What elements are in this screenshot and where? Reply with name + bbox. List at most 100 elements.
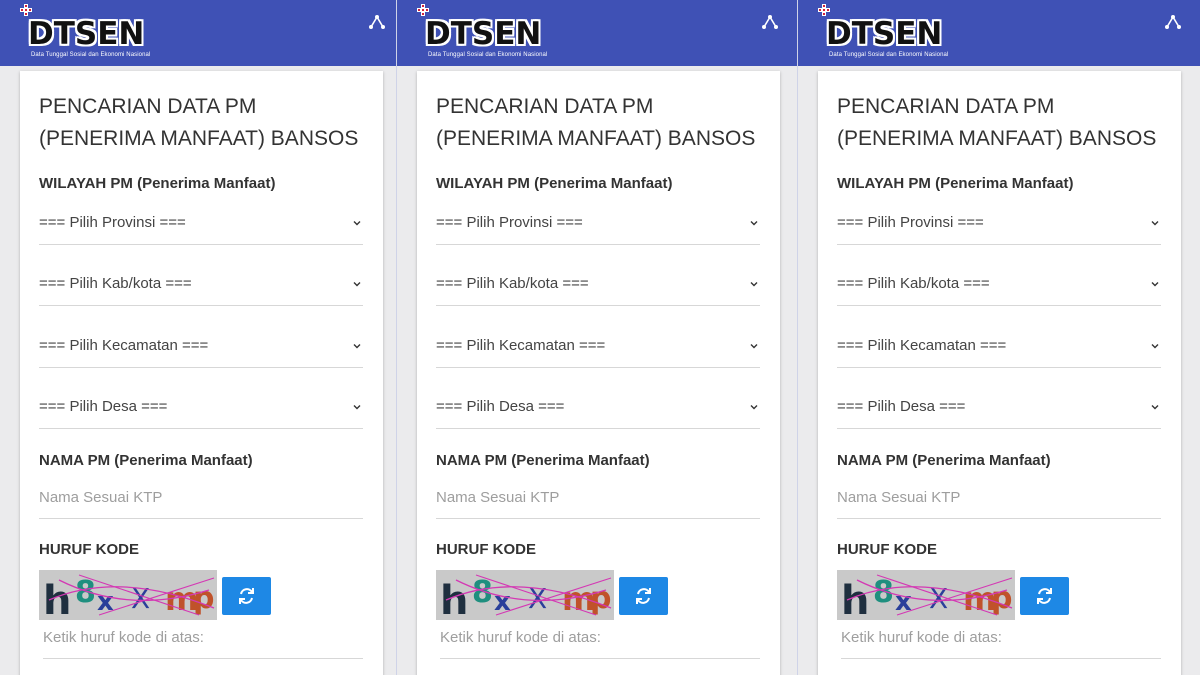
provinsi-select[interactable]: === Pilih Provinsi === (837, 205, 1161, 245)
kecamatan-select[interactable]: === Pilih Kecamatan === (436, 328, 760, 368)
kabkota-value: === Pilih Kab/kota === (837, 275, 990, 292)
kabkota-select[interactable]: === Pilih Kab/kota === (436, 266, 760, 306)
logo-text: DTSEN (826, 16, 943, 52)
search-form-card: PENCARIAN DATA PM (PENERIMA MANFAAT) BAN… (818, 71, 1181, 675)
dtsen-logo: DTSEN Data Tunggal Sosial dan Ekonomi Na… (417, 4, 557, 62)
share-icon[interactable] (1162, 12, 1184, 34)
kecamatan-select[interactable]: === Pilih Kecamatan === (837, 328, 1161, 368)
nama-placeholder: Nama Sesuai KTP (39, 489, 163, 506)
wilayah-label: WILAYAH PM (Penerima Manfaat) (436, 175, 673, 192)
svg-text:p: p (991, 581, 1012, 616)
nama-label: NAMA PM (Penerima Manfaat) (39, 452, 253, 469)
search-form-card: PENCARIAN DATA PM (PENERIMA MANFAAT) BAN… (20, 71, 383, 675)
kode-placeholder: Ketik huruf kode di atas: (43, 629, 204, 646)
provinsi-value: === Pilih Provinsi === (436, 214, 583, 231)
chevron-down-icon (353, 405, 361, 410)
dtsen-logo: DTSEN Data Tunggal Sosial dan Ekonomi Na… (818, 4, 958, 62)
kode-input[interactable]: Ketik huruf kode di atas: (841, 619, 1161, 659)
kode-label: HURUF KODE (436, 541, 536, 558)
logo-tagline: Data Tunggal Sosial dan Ekonomi Nasional (428, 52, 548, 58)
kode-placeholder: Ketik huruf kode di atas: (841, 629, 1002, 646)
kabkota-select[interactable]: === Pilih Kab/kota === (39, 266, 363, 306)
captcha-graphic: h 8 x X m p (436, 570, 614, 620)
logo-tagline: Data Tunggal Sosial dan Ekonomi Nasional (31, 52, 151, 58)
chevron-down-icon (353, 221, 361, 226)
logo-text: DTSEN (28, 16, 145, 52)
phone-screen-2: DTSEN Data Tunggal Sosial dan Ekonomi Na… (396, 0, 797, 675)
captcha-image: h 8 x X m p (436, 570, 614, 620)
logo-tagline: Data Tunggal Sosial dan Ekonomi Nasional (829, 52, 949, 58)
chevron-down-icon (353, 344, 361, 349)
svg-text:8: 8 (75, 575, 96, 610)
page-title: PENCARIAN DATA PM (PENERIMA MANFAAT) BAN… (39, 95, 359, 150)
desa-value: === Pilih Desa === (39, 398, 168, 415)
kode-label: HURUF KODE (39, 541, 139, 558)
chevron-down-icon (1151, 282, 1159, 287)
phone-screen-1: DTSEN Data Tunggal Sosial dan Ekonomi Na… (0, 0, 396, 675)
kecamatan-value: === Pilih Kecamatan === (39, 337, 209, 354)
chevron-down-icon (750, 344, 758, 349)
nama-label: NAMA PM (Penerima Manfaat) (837, 452, 1051, 469)
desa-value: === Pilih Desa === (837, 398, 966, 415)
logo-text: DTSEN (425, 16, 542, 52)
svg-text:p: p (590, 581, 611, 616)
provinsi-value: === Pilih Provinsi === (39, 214, 186, 231)
kabkota-value: === Pilih Kab/kota === (39, 275, 192, 292)
captcha-image: h 8 x X m p (837, 570, 1015, 620)
top-app-bar: DTSEN Data Tunggal Sosial dan Ekonomi Na… (397, 0, 797, 66)
kabkota-select[interactable]: === Pilih Kab/kota === (837, 266, 1161, 306)
kode-label: HURUF KODE (837, 541, 937, 558)
kode-input[interactable]: Ketik huruf kode di atas: (43, 619, 363, 659)
kode-placeholder: Ketik huruf kode di atas: (440, 629, 601, 646)
desa-select[interactable]: === Pilih Desa === (436, 389, 760, 429)
nama-label: NAMA PM (Penerima Manfaat) (436, 452, 650, 469)
nama-input[interactable]: Nama Sesuai KTP (39, 479, 363, 519)
wilayah-label: WILAYAH PM (Penerima Manfaat) (837, 175, 1074, 192)
chevron-down-icon (1151, 405, 1159, 410)
phone-screen-3: DTSEN Data Tunggal Sosial dan Ekonomi Na… (797, 0, 1200, 675)
svg-text:8: 8 (873, 575, 894, 610)
kecamatan-value: === Pilih Kecamatan === (837, 337, 1007, 354)
refresh-captcha-button[interactable] (222, 577, 271, 615)
desa-value: === Pilih Desa === (436, 398, 565, 415)
refresh-icon (239, 588, 254, 604)
svg-text:p: p (193, 581, 214, 616)
provinsi-value: === Pilih Provinsi === (837, 214, 984, 231)
desa-select[interactable]: === Pilih Desa === (837, 389, 1161, 429)
kabkota-value: === Pilih Kab/kota === (436, 275, 589, 292)
kecamatan-value: === Pilih Kecamatan === (436, 337, 606, 354)
chevron-down-icon (750, 282, 758, 287)
nama-input[interactable]: Nama Sesuai KTP (436, 479, 760, 519)
nama-placeholder: Nama Sesuai KTP (436, 489, 560, 506)
refresh-icon (636, 588, 651, 604)
nama-input[interactable]: Nama Sesuai KTP (837, 479, 1161, 519)
top-app-bar: DTSEN Data Tunggal Sosial dan Ekonomi Na… (0, 0, 396, 66)
top-app-bar: DTSEN Data Tunggal Sosial dan Ekonomi Na… (798, 0, 1200, 66)
refresh-captcha-button[interactable] (1020, 577, 1069, 615)
captcha-graphic: h 8 x X m p (837, 570, 1015, 620)
refresh-captcha-button[interactable] (619, 577, 668, 615)
svg-text:8: 8 (472, 575, 493, 610)
page-title: PENCARIAN DATA PM (PENERIMA MANFAAT) BAN… (837, 95, 1157, 150)
provinsi-select[interactable]: === Pilih Provinsi === (436, 205, 760, 245)
chevron-down-icon (1151, 221, 1159, 226)
provinsi-select[interactable]: === Pilih Provinsi === (39, 205, 363, 245)
nama-placeholder: Nama Sesuai KTP (837, 489, 961, 506)
dtsen-logo: DTSEN Data Tunggal Sosial dan Ekonomi Na… (20, 4, 160, 62)
wilayah-label: WILAYAH PM (Penerima Manfaat) (39, 175, 276, 192)
chevron-down-icon (750, 221, 758, 226)
search-form-card: PENCARIAN DATA PM (PENERIMA MANFAAT) BAN… (417, 71, 780, 675)
captcha-graphic: h 8 x X m p (39, 570, 217, 620)
refresh-icon (1037, 588, 1052, 604)
desa-select[interactable]: === Pilih Desa === (39, 389, 363, 429)
screenshot-collage: DTSEN Data Tunggal Sosial dan Ekonomi Na… (0, 0, 1200, 675)
kode-input[interactable]: Ketik huruf kode di atas: (440, 619, 760, 659)
chevron-down-icon (1151, 344, 1159, 349)
share-icon[interactable] (759, 12, 781, 34)
chevron-down-icon (750, 405, 758, 410)
chevron-down-icon (353, 282, 361, 287)
captcha-image: h 8 x X m p (39, 570, 217, 620)
kecamatan-select[interactable]: === Pilih Kecamatan === (39, 328, 363, 368)
page-title: PENCARIAN DATA PM (PENERIMA MANFAAT) BAN… (436, 95, 756, 150)
share-icon[interactable] (366, 12, 388, 34)
